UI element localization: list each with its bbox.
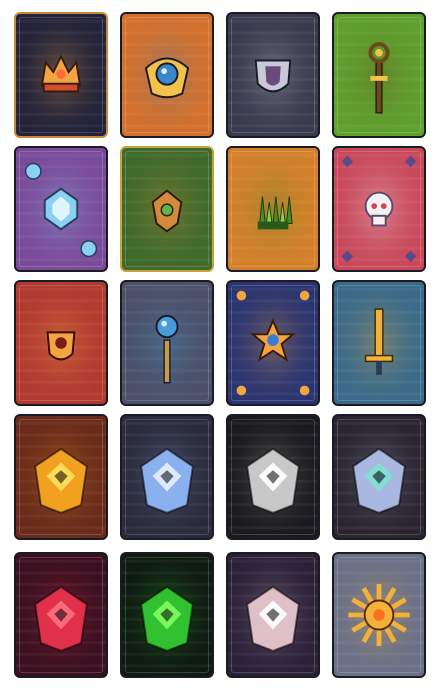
card-purple-crystal[interactable] (14, 146, 108, 272)
card-blush-badge[interactable] (226, 552, 320, 678)
amulet-icon (46, 331, 76, 361)
card-teal-sword[interactable] (332, 280, 426, 406)
card-silver-badge[interactable] (226, 414, 320, 540)
silver-shield-icon (254, 59, 292, 93)
card-crimson-badge[interactable] (14, 552, 108, 678)
card-amber-plant[interactable] (226, 146, 320, 272)
card-gold-sunburst[interactable] (332, 552, 426, 678)
card-orange-orb[interactable] (120, 12, 214, 138)
card-back-sheet (0, 0, 440, 690)
card-navy-sun[interactable] (226, 280, 320, 406)
card-red-amulet[interactable] (14, 280, 108, 406)
card-green-scepter[interactable] (332, 12, 426, 138)
card-prism-badge[interactable] (332, 414, 426, 540)
card-rose-skull[interactable] (332, 146, 426, 272)
card-dark-crown[interactable] (14, 12, 108, 138)
card-ice-badge[interactable] (120, 414, 214, 540)
card-moss-emblem[interactable] (120, 146, 214, 272)
blue-orb-emblem-icon (144, 57, 190, 99)
card-toxic-badge[interactable] (120, 552, 214, 678)
card-fire-badge[interactable] (14, 414, 108, 540)
card-steel-staff[interactable] (120, 280, 214, 406)
card-slate-shield[interactable] (226, 12, 320, 138)
